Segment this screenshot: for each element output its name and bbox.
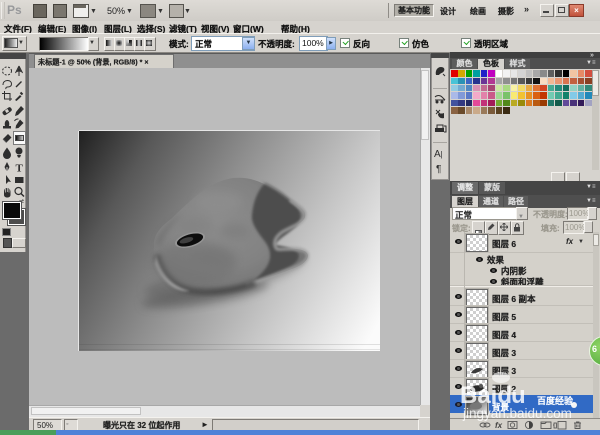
svg-text:A|: A| [434, 149, 443, 160]
svg-text:T: T [16, 163, 24, 175]
svg-text:fx: fx [495, 421, 503, 430]
svg-text:¶: ¶ [436, 164, 441, 175]
